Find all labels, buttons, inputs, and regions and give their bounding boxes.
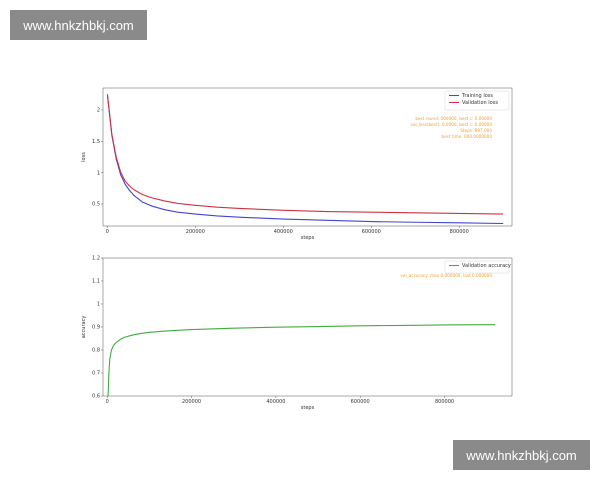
x-tick-label: 600000 [351,399,370,405]
x-tick-label: 800000 [435,399,454,405]
y-tick-label: 1.2 [92,256,100,262]
annotation-1: val_accuracy: max 0.000000, last 0.00000… [400,273,492,278]
x-tick-label: 200000 [182,399,201,405]
legend-label-2: Validation loss [462,100,498,106]
y-tick-label: 0.8 [92,348,100,354]
y-axis-label: accuracy [81,316,87,339]
annotation-2: val_loss(best): 0.0000, best c: 0.00000 [410,122,492,127]
x-tick-label: 400000 [266,399,285,405]
y-tick-label: 0.5 [92,202,100,208]
chart-2: 0 200000 400000 600000 800000 0.6 0.7 0.8 0.9 1 1.… [81,256,513,411]
annotation-1: best round: 000000, best c: 0.00000 [415,116,492,121]
x-tick-label: 400000 [274,229,293,235]
x-tick-label: 200000 [186,229,205,235]
y-tick-label: 1.1 [92,279,100,285]
y-tick-label: 1 [97,302,100,308]
annotation-3: Steps: 897,000 [460,128,492,133]
y-tick-label: 1.5 [92,139,100,145]
y-tick-label: 0.7 [92,371,100,377]
annotation-4: best time: 000.0000000 [441,134,492,139]
y-tick-label: 1 [97,170,100,176]
y-tick-label: 0.9 [92,325,100,331]
x-axis-label: steps [301,235,315,241]
x-tick-label: 0 [106,399,109,405]
y-tick-label: 0.6 [92,394,100,400]
legend-label-1: Training loss [461,93,493,99]
legend-label-1: Validation accuracy [462,263,511,269]
x-tick-label: 800000 [450,229,469,235]
x-tick-label: 0 [106,229,109,235]
y-axis-label: loss [81,152,87,162]
y-tick-label: 2 [97,108,100,114]
x-axis-label: steps [301,405,315,411]
chart-1: 0 200000 400000 600000 800000 0.5 1 1.5 2 steps lo… [81,87,513,241]
charts-canvas: 0 200000 400000 600000 800000 0.5 1 1.5 2 steps lo… [81,87,513,411]
x-tick-label: 600000 [362,229,381,235]
